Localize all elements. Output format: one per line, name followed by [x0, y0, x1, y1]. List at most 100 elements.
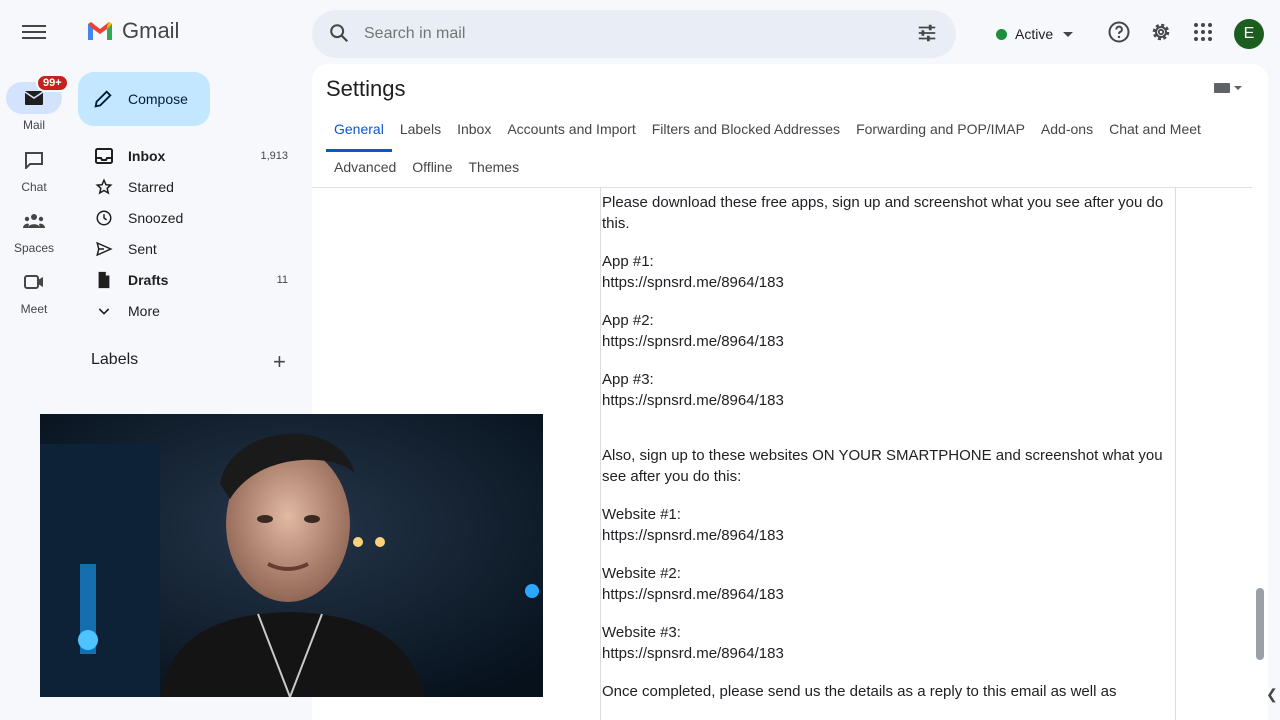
gmail-logo[interactable]: Gmail: [86, 18, 179, 44]
main-menu-icon[interactable]: [22, 22, 46, 42]
input-tools-icon[interactable]: [1214, 83, 1230, 93]
tab-chat-meet[interactable]: Chat and Meet: [1101, 114, 1209, 152]
nav-item-more[interactable]: More: [68, 295, 308, 326]
tab-forwarding[interactable]: Forwarding and POP/IMAP: [848, 114, 1033, 152]
compose-label: Compose: [128, 91, 188, 107]
rail-meet-button: [6, 266, 62, 298]
tab-row: Advanced Offline Themes: [326, 152, 1256, 190]
message-intro: Please download these free apps, sign up…: [602, 194, 1164, 232]
app-1-block: App #1: https://spnsrd.me/8964/183: [602, 251, 1177, 293]
add-label-icon[interactable]: +: [273, 349, 286, 375]
draft-icon: [94, 270, 114, 290]
spaces-icon: [23, 214, 45, 228]
status-label: Active: [1015, 26, 1054, 42]
nav-label: Inbox: [128, 147, 166, 164]
website-1-label: Website #1:: [602, 506, 681, 523]
presenter-video-image: [40, 414, 543, 697]
scrollbar-thumb[interactable]: [1256, 588, 1264, 660]
pencil-icon: [94, 90, 112, 108]
tab-labels[interactable]: Labels: [392, 114, 449, 152]
rail-mail-label: Mail: [22, 118, 45, 132]
signature-editor[interactable]: Please download these free apps, sign up…: [602, 192, 1177, 719]
labels-heading: Labels: [91, 351, 139, 368]
nav-item-drafts[interactable]: Drafts 11: [68, 264, 308, 295]
nav-label: Starred: [128, 178, 174, 195]
website-3-label: Website #3:: [602, 624, 681, 641]
website-3-link[interactable]: https://spnsrd.me/8964/183: [602, 645, 784, 662]
rail-meet[interactable]: Meet: [0, 266, 68, 316]
nav-label: Sent: [128, 240, 157, 257]
help-icon[interactable]: [1107, 20, 1131, 44]
rail-spaces-button: [6, 205, 62, 237]
top-bar: Gmail Active: [0, 0, 1280, 64]
app-1-link[interactable]: https://spnsrd.me/8964/183: [602, 274, 784, 291]
rail-meet-label: Meet: [20, 302, 48, 316]
tab-advanced[interactable]: Advanced: [326, 152, 404, 190]
tab-inbox[interactable]: Inbox: [449, 114, 499, 152]
nav-label: More: [128, 302, 160, 319]
website-1-link[interactable]: https://spnsrd.me/8964/183: [602, 527, 784, 544]
rail-spaces-label: Spaces: [13, 241, 55, 255]
mail-icon: [24, 91, 44, 105]
send-icon: [94, 239, 114, 259]
apps-grid-icon[interactable]: [1191, 20, 1215, 44]
search-input[interactable]: [364, 22, 884, 46]
folder-nav: Inbox 1,913 Starred Snoozed Sent Drafts …: [68, 140, 308, 326]
tab-accounts[interactable]: Accounts and Import: [499, 114, 643, 152]
caret-down-icon: [1063, 31, 1074, 37]
website-2-block: Website #2: https://spnsrd.me/8964/183: [602, 563, 1177, 605]
app-3-label: App #3:: [602, 371, 654, 388]
website-2-label: Website #2:: [602, 565, 681, 582]
rail-chat-label: Chat: [21, 180, 47, 194]
tab-filters[interactable]: Filters and Blocked Addresses: [644, 114, 848, 152]
search-options-icon[interactable]: [916, 22, 938, 44]
nav-item-inbox[interactable]: Inbox 1,913: [68, 140, 308, 171]
nav-item-starred[interactable]: Starred: [68, 171, 308, 202]
app-3-block: App #3: https://spnsrd.me/8964/183: [602, 369, 1177, 411]
page-title: Settings: [326, 76, 406, 101]
status-selector[interactable]: Active: [986, 16, 1082, 52]
message-also: Also, sign up to these websites ON YOUR …: [602, 447, 1163, 485]
nav-count: 1,913: [260, 149, 288, 162]
unread-badge: 99+: [36, 74, 69, 92]
website-3-block: Website #3: https://spnsrd.me/8964/183: [602, 622, 1177, 664]
app-2-link[interactable]: https://spnsrd.me/8964/183: [602, 333, 784, 350]
website-2-link[interactable]: https://spnsrd.me/8964/183: [602, 586, 784, 603]
app-2-label: App #2:: [602, 312, 654, 329]
tab-row: General Labels Inbox Accounts and Import…: [326, 114, 1256, 152]
caret-down-icon[interactable]: [1234, 86, 1242, 90]
account-avatar[interactable]: E: [1234, 19, 1264, 49]
app-1-label: App #1:: [602, 253, 654, 270]
nav-item-snoozed[interactable]: Snoozed: [68, 202, 308, 233]
chevron-down-icon: [94, 301, 114, 321]
nav-count: 11: [276, 273, 288, 286]
tab-offline[interactable]: Offline: [404, 152, 460, 190]
app-2-block: App #2: https://spnsrd.me/8964/183: [602, 310, 1177, 352]
clock-icon: [94, 208, 114, 228]
message-outro: Once completed, please send us the detai…: [602, 683, 1117, 700]
tab-general[interactable]: General: [326, 114, 392, 152]
search-icon[interactable]: [328, 22, 350, 44]
website-1-block: Website #1: https://spnsrd.me/8964/183: [602, 504, 1177, 546]
chat-icon: [25, 152, 43, 169]
tab-addons[interactable]: Add-ons: [1033, 114, 1101, 152]
labels-section: Labels +: [91, 349, 291, 374]
inbox-icon: [94, 146, 114, 166]
gmail-m-icon: [88, 22, 112, 40]
rail-spaces[interactable]: Spaces: [0, 205, 68, 255]
app-3-link[interactable]: https://spnsrd.me/8964/183: [602, 392, 784, 409]
webcam-overlay: [40, 414, 543, 697]
compose-button[interactable]: Compose: [78, 72, 210, 126]
tab-themes[interactable]: Themes: [461, 152, 528, 190]
settings-gear-icon[interactable]: [1149, 20, 1173, 44]
rail-chat[interactable]: Chat: [0, 144, 68, 194]
settings-tabs: General Labels Inbox Accounts and Import…: [326, 114, 1256, 190]
search-bar: [312, 10, 956, 58]
nav-label: Snoozed: [128, 209, 184, 226]
nav-item-sent[interactable]: Sent: [68, 233, 308, 264]
rail-mail[interactable]: 99+ Mail: [0, 74, 69, 132]
app-name: Gmail: [122, 18, 180, 43]
side-panel-toggle-icon[interactable]: ❮: [1266, 686, 1278, 703]
star-icon: [94, 177, 114, 197]
rail-mail-button: 99+: [6, 74, 69, 114]
